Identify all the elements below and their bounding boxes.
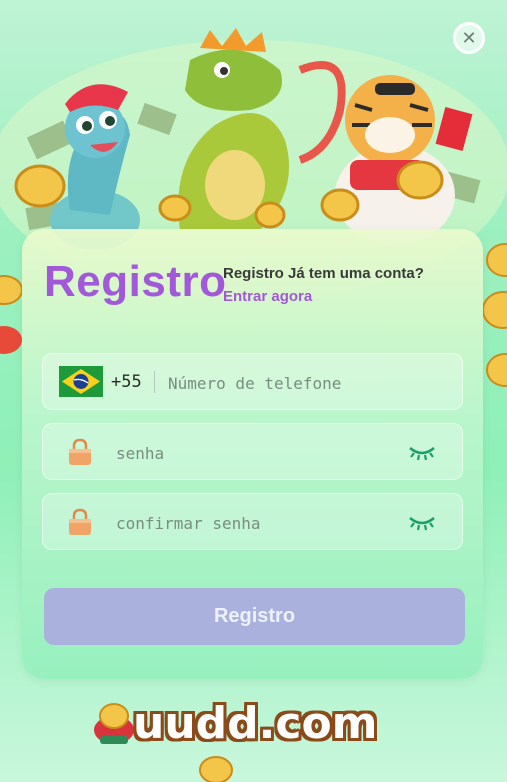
register-button[interactable]: Registro — [44, 588, 465, 645]
lock-icon — [69, 508, 91, 535]
page-title: Registro — [44, 257, 227, 306]
lock-icon — [69, 438, 91, 465]
login-link[interactable]: Entrar agora — [223, 288, 312, 305]
country-code[interactable]: +55 — [111, 372, 142, 392]
phone-field: +55 — [42, 353, 463, 410]
password-input[interactable] — [114, 441, 398, 465]
eye-closed-icon[interactable] — [408, 442, 436, 462]
register-card: Registro Registro Já tem uma conta? Entr… — [22, 229, 483, 679]
close-icon: ✕ — [461, 27, 477, 48]
field-divider — [154, 371, 155, 393]
brand-name: uudd.com — [133, 698, 378, 749]
brand-logo-icon — [94, 703, 134, 744]
confirm-password-input[interactable] — [114, 511, 398, 535]
have-account-text: Registro Já tem uma conta? — [223, 265, 424, 282]
close-button[interactable]: ✕ — [453, 22, 485, 54]
confirm-password-field — [42, 493, 463, 550]
phone-input[interactable] — [166, 371, 450, 395]
brazil-flag-icon[interactable] — [59, 366, 103, 397]
password-field — [42, 423, 463, 480]
eye-closed-icon[interactable] — [408, 512, 436, 532]
coin-decoration-left — [0, 275, 23, 354]
coin-decoration-bottom — [199, 756, 233, 782]
coin-decoration-right — [483, 243, 507, 387]
